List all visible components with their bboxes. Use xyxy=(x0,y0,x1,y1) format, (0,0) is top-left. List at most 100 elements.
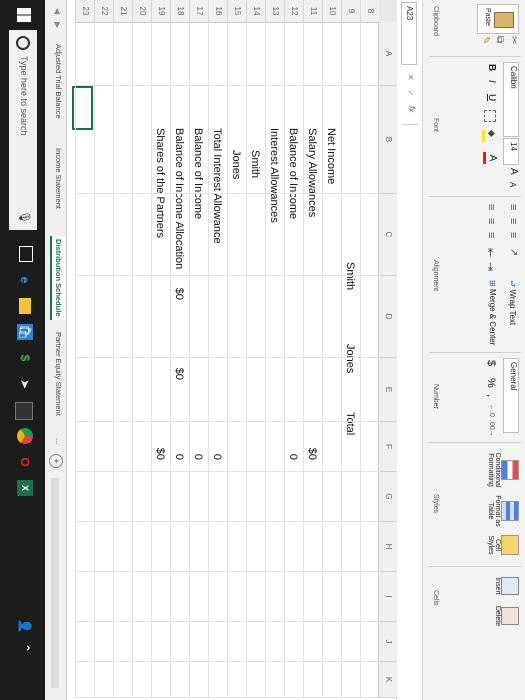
row-header-21[interactable]: 21 xyxy=(113,0,132,23)
dark-app-icon[interactable] xyxy=(15,402,33,420)
column-header-b[interactable]: B xyxy=(378,86,397,194)
column-header-k[interactable]: K xyxy=(378,662,397,698)
file-explorer-icon[interactable] xyxy=(19,298,31,314)
row-header-11[interactable]: 11 xyxy=(303,0,322,23)
opera-icon[interactable]: O xyxy=(17,454,33,470)
taskbar-search-box[interactable]: Type here to search 🎙 xyxy=(9,30,37,230)
merge-center-button[interactable]: ⊞ Merge & Center xyxy=(488,280,497,345)
edge-browser-icon[interactable]: e xyxy=(17,272,33,288)
worksheet-grid[interactable]: Smith Jones Total Net Income Salary Allo… xyxy=(67,0,397,700)
shares-smith-value: $0 xyxy=(173,287,185,300)
row-header-17[interactable]: 17 xyxy=(189,0,208,23)
align-right-icon[interactable]: ≡ xyxy=(485,232,497,238)
row-header-10[interactable]: 10 xyxy=(322,0,341,23)
align-top-icon[interactable]: ≡ xyxy=(507,204,519,210)
scroll-tabs-right-icon[interactable]: ▶ xyxy=(53,22,62,28)
label-balance-of-income: Balance of Income xyxy=(287,128,299,220)
add-sheet-button[interactable]: + xyxy=(49,454,63,468)
row-header-20[interactable]: 20 xyxy=(132,0,151,23)
italic-button[interactable]: I xyxy=(486,80,497,83)
font-size-select[interactable]: 14 xyxy=(503,138,519,165)
paste-button[interactable]: Paste xyxy=(477,4,519,34)
align-bottom-icon[interactable]: ≡ xyxy=(507,232,519,238)
cut-icon[interactable]: ✂ xyxy=(508,36,519,44)
microphone-icon[interactable]: 🎙 xyxy=(18,210,31,224)
number-format-select[interactable]: General xyxy=(503,358,519,433)
cell-styles-button[interactable]: Cell Styles xyxy=(487,530,519,560)
send-arrow-icon[interactable]: ➤ xyxy=(17,376,33,392)
row-header-23[interactable]: 23 xyxy=(75,0,94,23)
sheet-tab-income-statement[interactable]: Income Statement xyxy=(54,148,63,209)
row-header-9[interactable]: 9 xyxy=(341,0,360,23)
increase-indent-icon[interactable]: ⇥ xyxy=(484,262,497,271)
insert-button[interactable]: Insert xyxy=(494,572,519,600)
format-as-table-icon xyxy=(501,501,519,521)
insert-function-icon[interactable]: fx xyxy=(407,106,416,112)
align-center-icon[interactable]: ≡ xyxy=(485,218,497,224)
column-header-c[interactable]: C xyxy=(378,194,397,276)
bold-button[interactable]: B xyxy=(486,64,497,71)
fill-color-icon[interactable]: ◆ xyxy=(482,130,497,142)
orientation-icon[interactable]: ↗ xyxy=(508,248,519,256)
windows-start-icon[interactable] xyxy=(17,8,31,22)
column-header-i[interactable]: I xyxy=(378,572,397,622)
store-icon[interactable]: 🛍 xyxy=(17,324,33,340)
row-header-19[interactable]: 19 xyxy=(151,0,170,23)
font-color-icon[interactable]: A xyxy=(483,152,498,164)
row-header-12[interactable]: 12 xyxy=(284,0,303,23)
underline-button[interactable]: U xyxy=(486,94,497,101)
format-painter-icon[interactable]: ✎ xyxy=(480,36,491,44)
delete-icon xyxy=(501,607,519,625)
wrap-text-button[interactable]: ⮐ Wrap Text xyxy=(504,280,518,325)
label-shares-of-partners: Shares of the Partners xyxy=(154,128,166,239)
align-left-icon[interactable]: ≡ xyxy=(485,204,497,210)
scroll-tabs-left-icon[interactable]: ◀ xyxy=(53,8,62,14)
formula-input[interactable] xyxy=(402,124,418,695)
dollar-app-icon[interactable]: $ xyxy=(17,350,33,366)
confirm-entry-icon[interactable]: ✓ xyxy=(406,90,415,97)
increase-decimal-icon[interactable]: ←.0 xyxy=(488,404,495,417)
cancel-entry-icon[interactable]: ✕ xyxy=(406,74,415,81)
more-sheets-button[interactable]: ... xyxy=(54,438,63,444)
borders-icon[interactable] xyxy=(484,110,496,122)
tray-chevron-icon[interactable]: ⌃ xyxy=(17,640,33,656)
row-header-18[interactable]: 18 xyxy=(170,0,189,23)
delete-button[interactable]: Delete xyxy=(494,602,519,630)
excel-taskbar-icon[interactable]: X xyxy=(17,480,33,496)
format-as-table-button[interactable]: Format as Table xyxy=(487,494,519,528)
copy-icon[interactable]: ⧉ xyxy=(494,36,505,43)
sheet-tab-adjusted-trial-balance[interactable]: Adjusted Trial Balance xyxy=(54,44,63,119)
row-header-16[interactable]: 16 xyxy=(208,0,227,23)
column-header-f[interactable]: F xyxy=(378,422,397,472)
sheet-tab-partner-equity-statement[interactable]: Partner Equity Statement xyxy=(54,332,63,416)
clipboard-group-label: Clipboard xyxy=(432,6,439,36)
column-header-g[interactable]: G xyxy=(378,472,397,522)
column-header-j[interactable]: J xyxy=(378,622,397,662)
comma-button[interactable]: , xyxy=(485,394,497,397)
select-all-corner[interactable] xyxy=(378,0,397,23)
row-header-15[interactable]: 15 xyxy=(227,0,246,23)
conditional-formatting-button[interactable]: Conditional Formatting xyxy=(487,448,519,492)
chrome-icon[interactable] xyxy=(17,428,33,444)
row-header-14[interactable]: 14 xyxy=(246,0,265,23)
row-header-13[interactable]: 13 xyxy=(265,0,284,23)
shrink-font-button[interactable]: A xyxy=(508,182,517,187)
column-header-a[interactable]: A xyxy=(378,22,397,86)
decrease-indent-icon[interactable]: ⇤ xyxy=(484,248,497,257)
horizontal-scrollbar[interactable] xyxy=(51,478,59,688)
column-header-d[interactable]: D xyxy=(378,276,397,358)
name-box[interactable]: A23 xyxy=(401,2,417,65)
people-icon[interactable]: 👤 xyxy=(17,618,33,634)
sheet-tab-distribution-schedule[interactable]: Distribution Schedule xyxy=(50,236,65,320)
decrease-decimal-icon[interactable]: .00→ xyxy=(488,420,495,437)
row-header-8[interactable]: 8 xyxy=(360,0,379,23)
currency-button[interactable]: $ xyxy=(485,360,497,366)
row-header-22[interactable]: 22 xyxy=(94,0,113,23)
task-view-icon[interactable] xyxy=(19,246,33,262)
grow-font-button[interactable]: A xyxy=(508,168,519,175)
column-header-e[interactable]: E xyxy=(378,358,397,422)
align-middle-icon[interactable]: ≡ xyxy=(507,218,519,224)
percent-button[interactable]: % xyxy=(485,378,497,388)
font-name-select[interactable]: Calibri xyxy=(503,62,519,137)
column-header-h[interactable]: H xyxy=(378,522,397,572)
